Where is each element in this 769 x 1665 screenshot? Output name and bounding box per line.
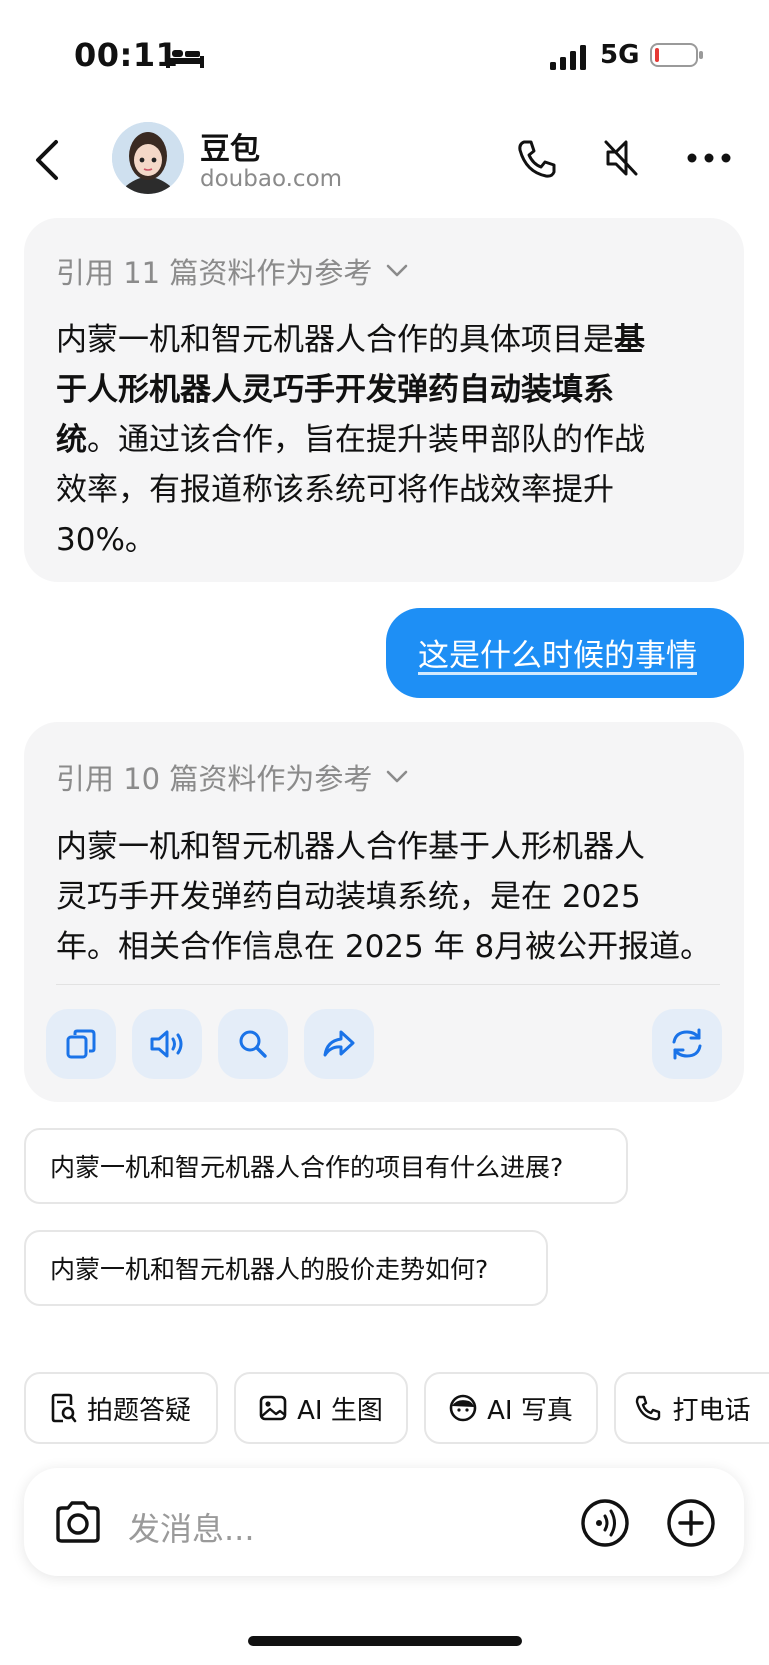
citation-toggle[interactable]: 引用 10 篇资料作为参考 bbox=[56, 756, 408, 798]
bot-name: 豆包 bbox=[200, 132, 260, 167]
suggestion-label: 内蒙一机和智元机器人的股价走势如何? bbox=[50, 1255, 489, 1284]
message-input[interactable]: 发消息... bbox=[128, 1504, 255, 1550]
chip-photo-question[interactable]: 拍题答疑 bbox=[24, 1372, 218, 1444]
chip-label: AI 写真 bbox=[487, 1395, 573, 1426]
divider bbox=[56, 984, 720, 985]
citation-label: 引用 10 篇资料作为参考 bbox=[56, 762, 373, 796]
voice-icon[interactable] bbox=[580, 1498, 630, 1548]
home-indicator bbox=[248, 1636, 522, 1646]
sleep-focus-icon bbox=[166, 48, 204, 68]
chip-ai-portrait[interactable]: AI 写真 bbox=[424, 1372, 598, 1444]
bot-answer-text: 内蒙一机和智元机器人合作基于人形机器人 灵巧手开发弹药自动装填系统，是在 202… bbox=[56, 829, 712, 965]
image-icon bbox=[259, 1395, 287, 1421]
citation-label: 引用 11 篇资料作为参考 bbox=[56, 256, 373, 290]
user-message-text[interactable]: 这是什么时候的事情 bbox=[418, 630, 697, 675]
chip-phone-call[interactable]: 打电话 bbox=[614, 1372, 769, 1444]
battery-icon bbox=[650, 43, 703, 67]
copy-icon bbox=[66, 1029, 96, 1059]
status-time: 00:11 bbox=[74, 36, 179, 74]
refresh-icon bbox=[672, 1028, 702, 1060]
more-icon[interactable] bbox=[686, 150, 732, 166]
speaker-icon bbox=[150, 1030, 183, 1058]
camera-icon[interactable] bbox=[54, 1500, 102, 1544]
suggestion-chip[interactable]: 内蒙一机和智元机器人的股价走势如何? bbox=[24, 1230, 548, 1306]
chevron-left-icon[interactable] bbox=[30, 138, 66, 182]
share-icon bbox=[323, 1030, 355, 1057]
share-button[interactable] bbox=[304, 1009, 374, 1079]
cellular-signal-icon bbox=[550, 45, 586, 70]
plus-icon[interactable] bbox=[666, 1498, 716, 1548]
search-icon bbox=[239, 1030, 267, 1058]
phone-icon bbox=[636, 1395, 661, 1421]
chip-label: 打电话 bbox=[672, 1395, 751, 1426]
chip-label: 拍题答疑 bbox=[86, 1395, 191, 1426]
suggestion-chip[interactable]: 内蒙一机和智元机器人合作的项目有什么进展? bbox=[24, 1128, 628, 1204]
search-button[interactable] bbox=[218, 1009, 288, 1079]
speaker-mute-icon[interactable] bbox=[600, 136, 642, 180]
chip-label: AI 生图 bbox=[297, 1395, 383, 1426]
copy-button[interactable] bbox=[46, 1009, 116, 1079]
avatar[interactable] bbox=[112, 122, 184, 194]
network-type: 5G bbox=[600, 40, 640, 70]
chevron-down-icon bbox=[387, 770, 408, 783]
citation-toggle[interactable]: 引用 11 篇资料作为参考 bbox=[56, 250, 408, 292]
document-search-icon bbox=[51, 1393, 77, 1423]
bot-domain: doubao.com bbox=[200, 166, 343, 192]
face-icon bbox=[449, 1394, 477, 1422]
phone-icon[interactable] bbox=[516, 138, 558, 180]
suggestion-label: 内蒙一机和智元机器人合作的项目有什么进展? bbox=[50, 1153, 564, 1182]
chip-ai-image[interactable]: AI 生图 bbox=[234, 1372, 408, 1444]
regenerate-button[interactable] bbox=[652, 1009, 722, 1079]
read-aloud-button[interactable] bbox=[132, 1009, 202, 1079]
chevron-down-icon bbox=[387, 264, 408, 277]
bot-answer-text: 内蒙一机和智元机器人合作的具体项目是基 于人形机器人灵巧手开发弹药自动装填系 统… bbox=[56, 322, 645, 558]
